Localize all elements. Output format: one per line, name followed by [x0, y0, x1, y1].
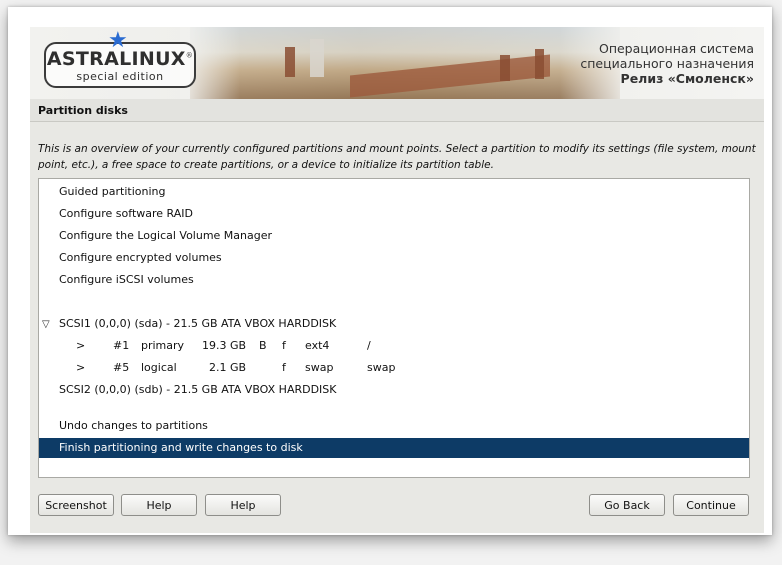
partition-number: #1	[113, 339, 130, 352]
list-item-iscsi-volumes[interactable]: Configure iSCSI volumes	[39, 270, 749, 290]
list-item-software-raid[interactable]: Configure software RAID	[39, 204, 749, 224]
logo-subtitle: special edition	[76, 70, 164, 83]
disk-sdb[interactable]: SCSI2 (0,0,0) (sdb) - 21.5 GB ATA VBOX H…	[39, 380, 749, 400]
page-description: This is an overview of your currently co…	[38, 143, 756, 171]
partition-size: 2.1 GB	[209, 361, 247, 374]
list-item-guided-partitioning[interactable]: Guided partitioning	[39, 182, 749, 202]
partition-list[interactable]: Guided partitioning Configure software R…	[38, 178, 750, 478]
expand-arrow: >	[76, 339, 86, 352]
mount-point: swap	[367, 361, 396, 374]
tower	[500, 55, 510, 81]
filesystem: swap	[305, 361, 334, 374]
list-item-finish-partitioning[interactable]: Finish partitioning and write changes to…	[39, 438, 749, 458]
list-item-encrypted-volumes[interactable]: Configure encrypted volumes	[39, 248, 749, 268]
list-item-lvm[interactable]: Configure the Logical Volume Manager	[39, 226, 749, 246]
partition-type: logical	[141, 361, 177, 374]
page-title: Partition disks	[38, 104, 128, 117]
partition-type: primary	[141, 339, 185, 352]
mount-point: /	[367, 339, 371, 352]
tower	[285, 47, 295, 77]
help-button[interactable]: Help	[121, 494, 197, 516]
disk-sda[interactable]: ▽ SCSI1 (0,0,0) (sda) - 21.5 GB ATA VBOX…	[39, 314, 749, 334]
section-title-bar: Partition disks	[30, 99, 764, 122]
expand-arrow: >	[76, 361, 86, 374]
bootable-flag: B	[259, 339, 267, 352]
filesystem: ext4	[305, 339, 330, 352]
format-flag: f	[282, 361, 286, 374]
tower	[535, 49, 544, 79]
registered-mark: ®	[185, 51, 194, 60]
cathedral	[310, 39, 324, 77]
blue-star-icon: ★	[108, 28, 128, 53]
help-button-2[interactable]: Help	[205, 494, 281, 516]
os-line-1: Операционная система	[598, 41, 754, 56]
screenshot-button[interactable]: Screenshot	[38, 494, 114, 516]
triangle-down-icon[interactable]: ▽	[42, 315, 50, 335]
partition-number: #5	[113, 361, 130, 374]
os-release: Релиз «Смоленск»	[620, 71, 754, 86]
screenshot-frame: ASTRALINUX® special edition ★ Операционн…	[8, 7, 772, 535]
go-back-button[interactable]: Go Back	[589, 494, 665, 516]
partition-row-5[interactable]: > #5 logical 2.1 GB f swap swap	[39, 358, 749, 378]
continue-button[interactable]: Continue	[673, 494, 749, 516]
installer-window: ASTRALINUX® special edition ★ Операционн…	[30, 27, 764, 533]
list-item-undo-changes[interactable]: Undo changes to partitions	[39, 416, 749, 436]
os-line-2: специального назначения	[580, 56, 754, 71]
format-flag: f	[282, 339, 286, 352]
banner: ASTRALINUX® special edition ★ Операционн…	[30, 27, 764, 99]
os-description: Операционная система специального назнач…	[580, 41, 754, 86]
partition-row-1[interactable]: > #1 primary 19.3 GB B f ext4 /	[39, 336, 749, 356]
partition-size: 19.3 GB	[202, 339, 247, 352]
